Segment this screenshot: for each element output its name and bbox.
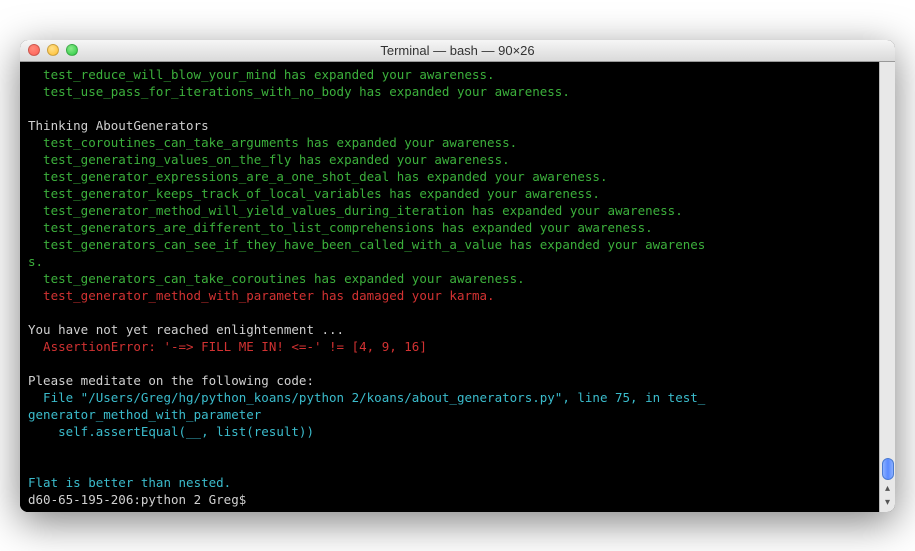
assertion-error: AssertionError: '-=> FILL ME IN! <=-' !=… <box>28 338 427 355</box>
test-pass-line: test_reduce_will_blow_your_mind has expa… <box>28 66 495 83</box>
traffic-lights <box>28 44 78 56</box>
zoom-icon[interactable] <box>66 44 78 56</box>
blank-line <box>28 356 36 371</box>
traceback-file: File "/Users/Greg/hg/python_koans/python… <box>28 389 705 406</box>
blank-line <box>28 441 36 456</box>
terminal-output[interactable]: test_reduce_will_blow_your_mind has expa… <box>20 62 879 512</box>
traceback-code: self.assertEqual(__, list(result)) <box>28 423 314 440</box>
minimize-icon[interactable] <box>47 44 59 56</box>
test-pass-line: test_coroutines_can_take_arguments has e… <box>28 134 517 151</box>
test-pass-line: test_generators_can_see_if_they_have_bee… <box>28 236 705 253</box>
scroll-down-icon[interactable]: ▾ <box>881 496 895 510</box>
test-pass-line: test_generating_values_on_the_fly has ex… <box>28 151 510 168</box>
scroll-thumb[interactable] <box>882 458 894 480</box>
traceback-file-wrap: generator_method_with_parameter <box>28 407 261 422</box>
test-pass-line: test_generators_can_take_coroutines has … <box>28 270 525 287</box>
terminal-window: Terminal — bash — 90×26 test_reduce_will… <box>20 40 895 512</box>
section-heading: Thinking AboutGenerators <box>28 118 209 133</box>
window-title: Terminal — bash — 90×26 <box>20 43 895 58</box>
meditate-line: Please meditate on the following code: <box>28 373 314 388</box>
blank-line <box>28 101 36 116</box>
scrollbar[interactable]: ▴ ▾ <box>879 62 895 512</box>
test-pass-line: test_generator_expressions_are_a_one_sho… <box>28 168 607 185</box>
blank-line <box>28 305 36 320</box>
shell-prompt[interactable]: d60-65-195-206:python 2 Greg$ <box>28 492 254 507</box>
status-line: You have not yet reached enlightenment .… <box>28 322 344 337</box>
terminal-body: test_reduce_will_blow_your_mind has expa… <box>20 62 895 512</box>
close-icon[interactable] <box>28 44 40 56</box>
scroll-up-icon[interactable]: ▴ <box>881 482 895 496</box>
titlebar[interactable]: Terminal — bash — 90×26 <box>20 40 895 62</box>
test-pass-line-wrap: s. <box>28 254 43 269</box>
test-fail-line: test_generator_method_with_parameter has… <box>28 287 495 304</box>
test-pass-line: test_generators_are_different_to_list_co… <box>28 219 653 236</box>
test-pass-line: test_use_pass_for_iterations_with_no_bod… <box>28 83 570 100</box>
test-pass-line: test_generator_keeps_track_of_local_vari… <box>28 185 600 202</box>
blank-line <box>28 458 36 473</box>
zen-quote: Flat is better than nested. <box>28 475 231 490</box>
test-pass-line: test_generator_method_will_yield_values_… <box>28 202 683 219</box>
